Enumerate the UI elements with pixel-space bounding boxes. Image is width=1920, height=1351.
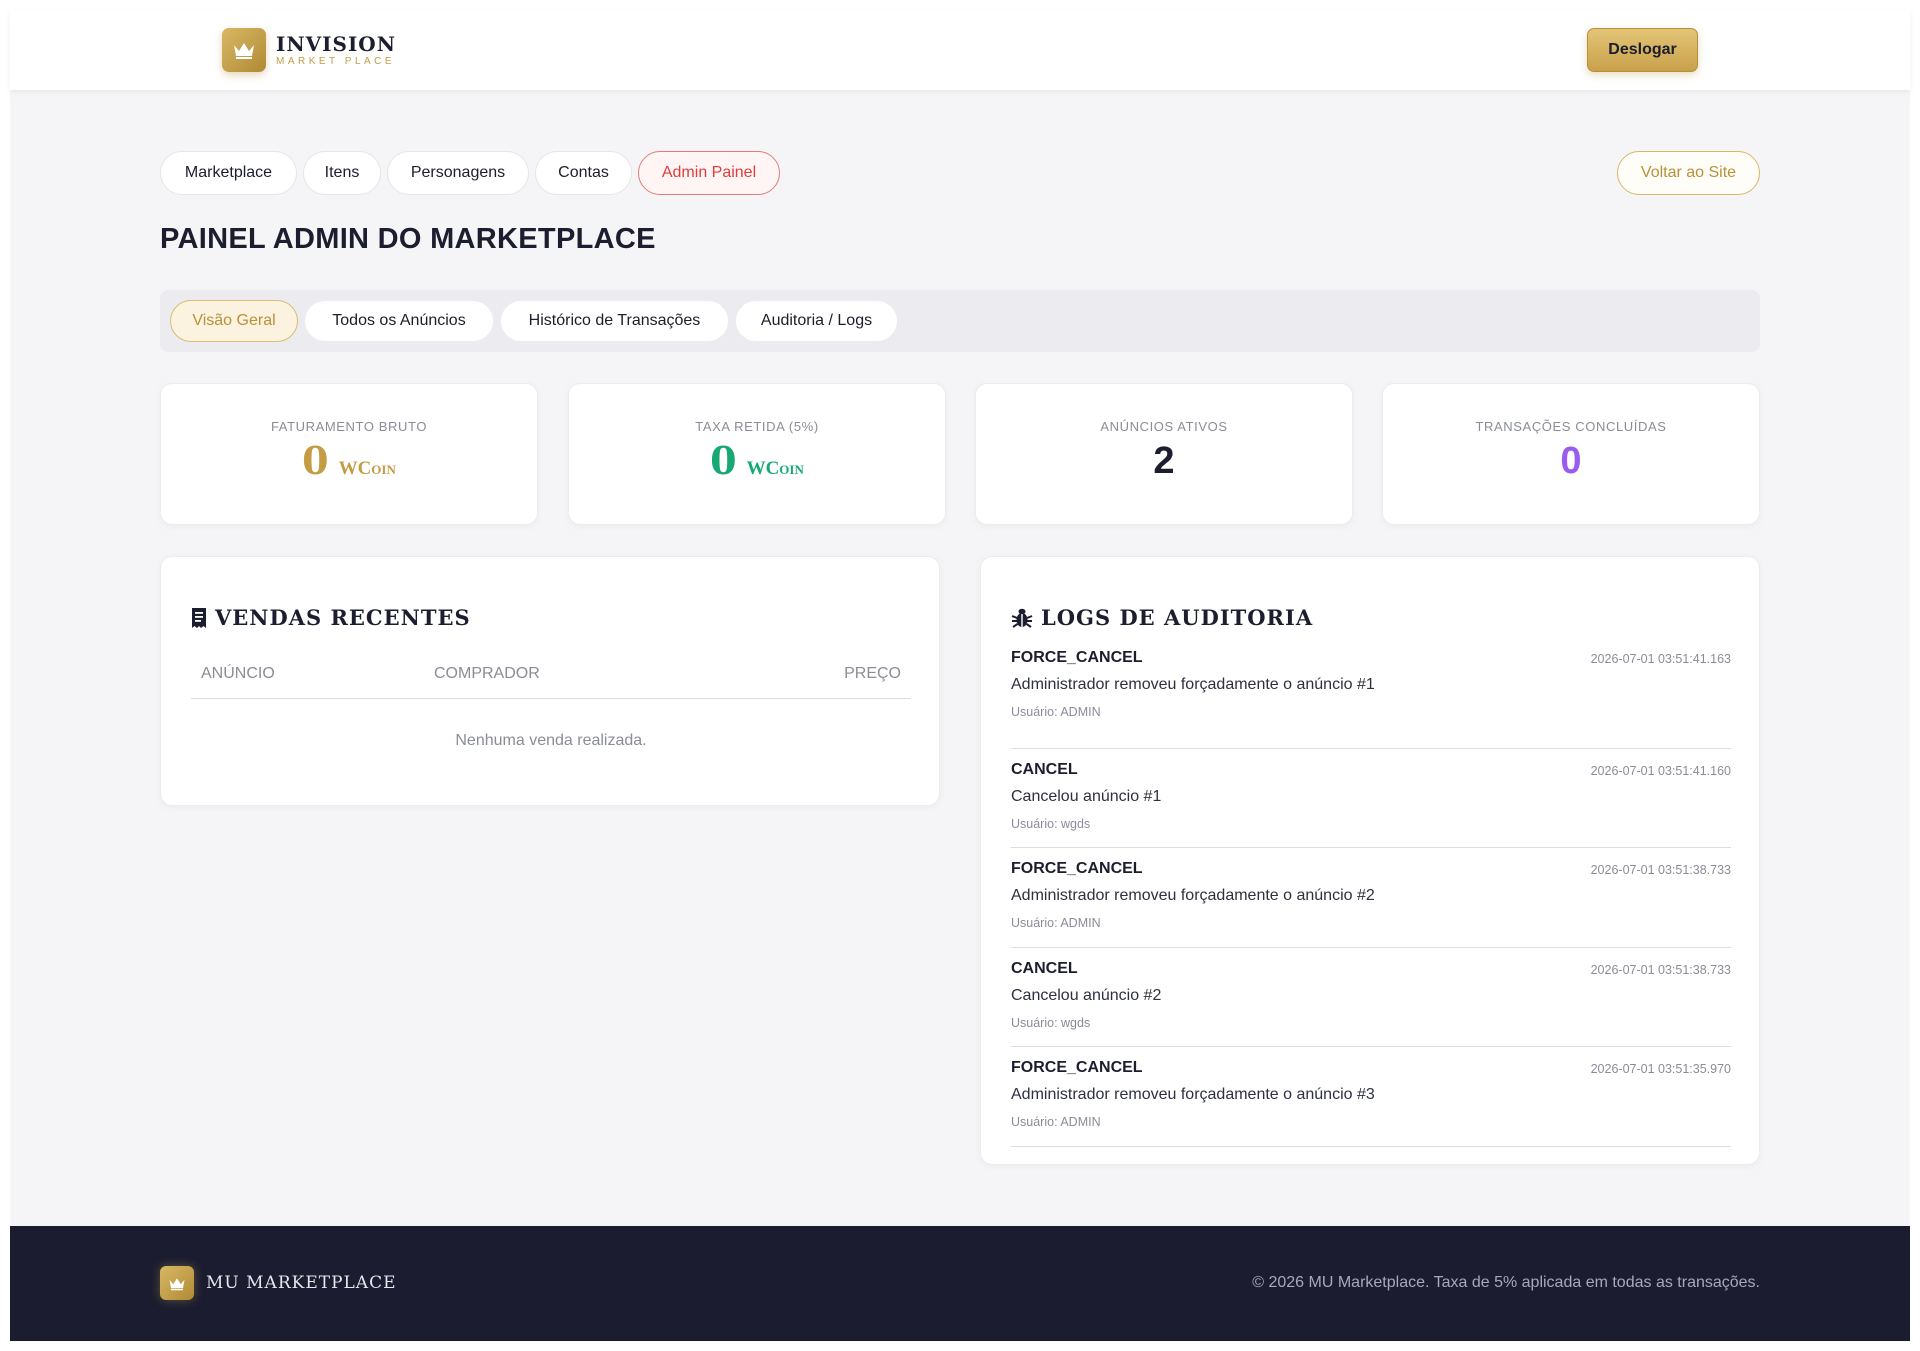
bug-icon bbox=[1011, 608, 1033, 628]
log-description: Cancelou anúncio #1 bbox=[1011, 787, 1162, 805]
nav-itens[interactable]: Itens bbox=[303, 151, 381, 195]
brand-subtitle: MARKET PLACE bbox=[276, 55, 396, 67]
crown-icon bbox=[160, 1266, 194, 1300]
wcoin-unit: WCoin bbox=[338, 458, 396, 479]
receipt-icon bbox=[192, 607, 206, 628]
nav-contas[interactable]: Contas bbox=[535, 151, 632, 195]
audit-log-list: FORCE_CANCEL 2026-07-01 03:51:41.163 Adm… bbox=[1011, 649, 1731, 1147]
audit-logs-panel: LOGS DE AUDITORIA FORCE_CANCEL 2026-07-0… bbox=[980, 556, 1760, 1165]
admin-tab-bar: Visão Geral Todos os Anúncios Histórico … bbox=[160, 290, 1760, 352]
crown-icon bbox=[222, 28, 266, 72]
app-frame: INVISION MARKET PLACE Deslogar Marketpla… bbox=[10, 10, 1910, 1341]
log-user: Usuário: ADMIN bbox=[1011, 705, 1101, 719]
page-title: PAINEL ADMIN DO MARKETPLACE bbox=[160, 223, 656, 255]
log-item: FORCE_CANCEL 2026-07-01 03:51:35.970 Adm… bbox=[1011, 1047, 1731, 1147]
panel-title: VENDAS RECENTES bbox=[191, 605, 471, 630]
footer-brand: MU MARKETPLACE bbox=[160, 1266, 397, 1300]
brand-logo-link[interactable]: INVISION MARKET PLACE bbox=[222, 28, 396, 72]
brand-name: INVISION bbox=[276, 31, 397, 56]
column-anuncio: ANÚNCIO bbox=[201, 665, 275, 682]
log-timestamp: 2026-07-01 03:51:38.733 bbox=[1590, 863, 1731, 877]
recent-sales-panel: VENDAS RECENTES ANÚNCIO COMPRADOR PREÇO … bbox=[160, 556, 940, 806]
stat-card-faturamento: FATURAMENTO BRUTO 0 WCoin bbox=[160, 383, 538, 525]
tab-historico-transacoes[interactable]: Histórico de Transações bbox=[500, 300, 729, 342]
footer: MU MARKETPLACE © 2026 MU Marketplace. Ta… bbox=[10, 1226, 1910, 1341]
log-item: CANCEL 2026-07-01 03:51:41.160 Cancelou … bbox=[1011, 749, 1731, 848]
stat-label: FATURAMENTO BRUTO bbox=[270, 419, 428, 434]
nav-personagens[interactable]: Personagens bbox=[387, 151, 529, 195]
stat-label: TRANSAÇÕES CONCLUÍDAS bbox=[1475, 419, 1667, 434]
log-description: Administrador removeu forçadamente o anú… bbox=[1011, 1086, 1375, 1103]
log-timestamp: 2026-07-01 03:51:35.970 bbox=[1590, 1062, 1731, 1076]
log-action: FORCE_CANCEL bbox=[1011, 649, 1143, 666]
logout-button[interactable]: Deslogar bbox=[1587, 28, 1698, 72]
sales-table-header: ANÚNCIO COMPRADOR PREÇO bbox=[191, 657, 911, 699]
footer-brand-name: MU MARKETPLACE bbox=[206, 1273, 397, 1293]
log-item: FORCE_CANCEL 2026-07-01 03:51:38.733 Adm… bbox=[1011, 848, 1731, 948]
log-description: Cancelou anúncio #2 bbox=[1011, 986, 1162, 1004]
log-user: Usuário: ADMIN bbox=[1011, 1115, 1101, 1129]
log-timestamp: 2026-07-01 03:51:38.733 bbox=[1590, 962, 1731, 977]
wcoin-unit: WCoin bbox=[746, 458, 804, 479]
nav-admin-painel[interactable]: Admin Painel bbox=[638, 151, 780, 195]
log-description: Administrador removeu forçadamente o anú… bbox=[1011, 887, 1375, 904]
stat-value: 0 WCoin bbox=[302, 438, 396, 483]
log-user: Usuário: wgds bbox=[1011, 1015, 1091, 1030]
stat-value: 0 bbox=[1560, 440, 1582, 482]
stat-card-transacoes-concluidas: TRANSAÇÕES CONCLUÍDAS 0 bbox=[1382, 383, 1760, 525]
stat-value: 2 bbox=[1153, 440, 1175, 482]
log-description: Administrador removeu forçadamente o anú… bbox=[1011, 676, 1375, 693]
nav-marketplace[interactable]: Marketplace bbox=[160, 151, 297, 195]
tab-visao-geral[interactable]: Visão Geral bbox=[170, 300, 298, 342]
stat-card-taxa-retida: TAXA RETIDA (5%) 0 WCoin bbox=[568, 383, 946, 525]
footer-copyright: © 2026 MU Marketplace. Taxa de 5% aplica… bbox=[1252, 1274, 1760, 1291]
log-user: Usuário: wgds bbox=[1011, 816, 1091, 831]
empty-sales-message: Nenhuma venda realizada. bbox=[455, 732, 647, 749]
stat-label: TAXA RETIDA (5%) bbox=[695, 419, 819, 434]
column-preco: PREÇO bbox=[844, 665, 901, 682]
panel-title: LOGS DE AUDITORIA bbox=[1011, 605, 1313, 630]
log-item: CANCEL 2026-07-01 03:51:38.733 Cancelou … bbox=[1011, 948, 1731, 1047]
back-to-site-button[interactable]: Voltar ao Site bbox=[1617, 151, 1760, 195]
log-timestamp: 2026-07-01 03:51:41.160 bbox=[1590, 763, 1731, 778]
column-comprador: COMPRADOR bbox=[434, 665, 540, 682]
log-item: FORCE_CANCEL 2026-07-01 03:51:41.163 Adm… bbox=[1011, 649, 1731, 749]
log-user: Usuário: ADMIN bbox=[1011, 916, 1101, 930]
log-action: CANCEL bbox=[1011, 760, 1078, 778]
stat-card-anuncios-ativos: ANÚNCIOS ATIVOS 2 bbox=[975, 383, 1353, 525]
log-action: FORCE_CANCEL bbox=[1011, 860, 1143, 877]
stat-value: 0 WCoin bbox=[710, 438, 804, 483]
log-action: CANCEL bbox=[1011, 959, 1078, 977]
stat-label: ANÚNCIOS ATIVOS bbox=[1100, 419, 1228, 434]
tab-auditoria-logs[interactable]: Auditoria / Logs bbox=[735, 300, 898, 342]
top-bar: INVISION MARKET PLACE Deslogar bbox=[10, 10, 1910, 90]
log-timestamp: 2026-07-01 03:51:41.163 bbox=[1590, 652, 1731, 666]
tab-todos-anuncios[interactable]: Todos os Anúncios bbox=[304, 300, 494, 342]
log-action: FORCE_CANCEL bbox=[1011, 1059, 1143, 1076]
